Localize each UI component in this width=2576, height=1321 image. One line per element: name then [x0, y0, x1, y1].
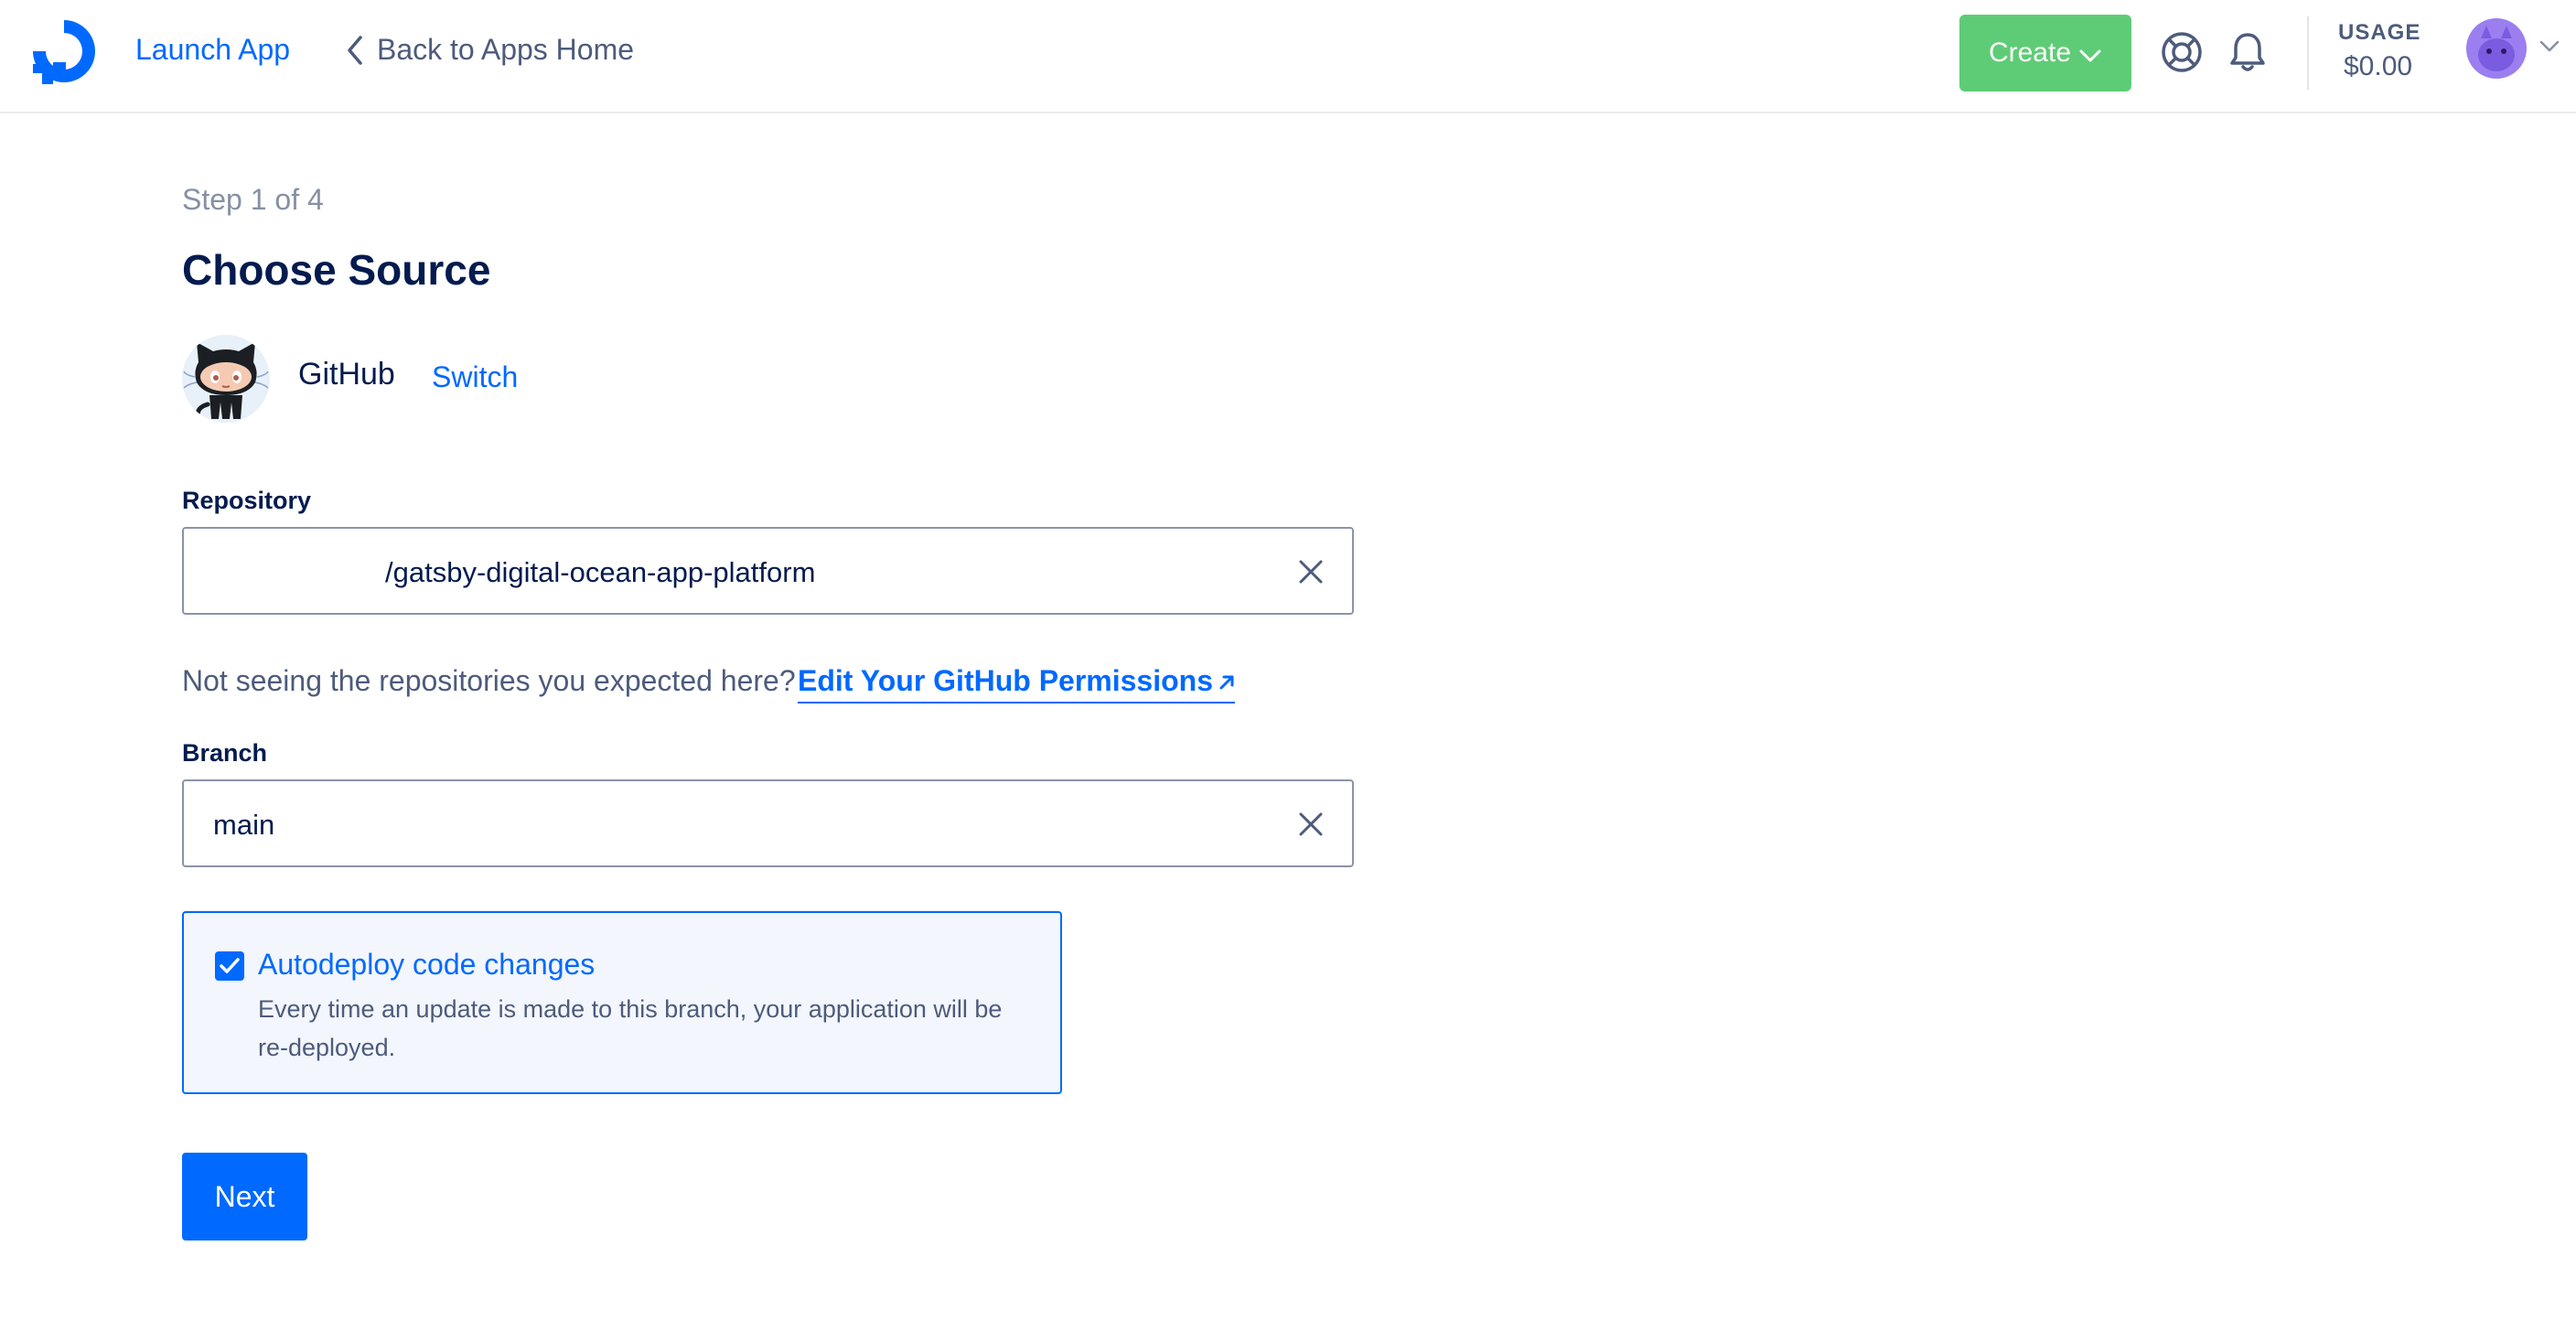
- close-icon[interactable]: [1297, 811, 1325, 838]
- chevron-down-icon: [2079, 49, 2101, 62]
- page-title: Choose Source: [182, 246, 491, 294]
- lifebuoy-icon[interactable]: [2159, 29, 2205, 75]
- next-button[interactable]: Next: [182, 1153, 307, 1240]
- repository-hint-text: Not seeing the repositories you expected…: [182, 664, 796, 697]
- chevron-left-icon: [348, 35, 362, 65]
- source-avatar: [182, 335, 270, 423]
- repository-value: /gatsby-digital-ocean-app-platform: [385, 556, 816, 588]
- usage-label: USAGE: [2338, 20, 2421, 45]
- octocat-icon: [183, 342, 269, 422]
- repository-select[interactable]: /gatsby-digital-ocean-app-platform: [182, 527, 1354, 615]
- external-arrow-icon: [1219, 675, 1234, 690]
- edit-github-permissions-link[interactable]: Edit Your GitHub Permissions: [798, 664, 1235, 703]
- step-indicator: Step 1 of 4: [182, 183, 324, 216]
- bell-icon[interactable]: [2225, 29, 2270, 75]
- source-provider-name: GitHub: [298, 357, 395, 392]
- repository-label: Repository: [182, 487, 312, 514]
- checkmark-icon: [220, 958, 240, 973]
- autodeploy-checkbox[interactable]: [215, 951, 244, 981]
- chevron-down-icon[interactable]: [2539, 40, 2560, 53]
- autodeploy-description: Every time an update is made to this bra…: [258, 995, 1003, 1061]
- autodeploy-title[interactable]: Autodeploy code changes: [258, 948, 595, 982]
- page-context-title[interactable]: Launch App: [135, 33, 290, 67]
- back-to-apps-home-link[interactable]: Back to Apps Home: [344, 33, 634, 67]
- autodeploy-option[interactable]: Autodeploy code changes Every time an up…: [182, 911, 1062, 1094]
- top-navigation-bar: Launch App Back to Apps Home Create USAG…: [0, 0, 2576, 113]
- digitalocean-logo-icon[interactable]: [27, 15, 101, 88]
- header-divider: [2307, 16, 2309, 90]
- usage-value[interactable]: $0.00: [2344, 51, 2412, 82]
- branch-value: main: [213, 809, 275, 841]
- create-button[interactable]: Create: [1959, 15, 2131, 91]
- create-button-label: Create: [1988, 38, 2072, 68]
- switch-source-link[interactable]: Switch: [432, 360, 518, 394]
- close-icon[interactable]: [1297, 558, 1325, 585]
- permissions-link-label: Edit Your GitHub Permissions: [798, 664, 1213, 697]
- back-link-label: Back to Apps Home: [377, 33, 635, 66]
- branch-select[interactable]: main: [182, 779, 1354, 867]
- branch-label: Branch: [182, 739, 268, 767]
- avatar-icon[interactable]: [2466, 18, 2527, 79]
